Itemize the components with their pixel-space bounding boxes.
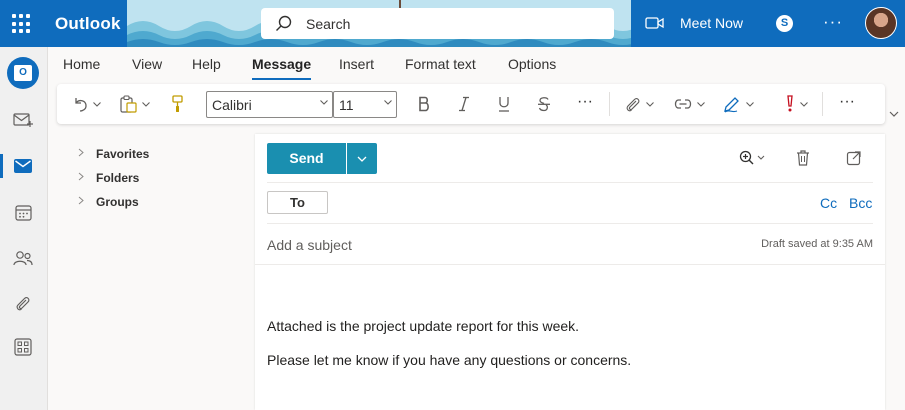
font-name-value: Calibri xyxy=(212,97,252,113)
trash-icon[interactable] xyxy=(796,150,810,166)
outlook-logo-icon: O xyxy=(7,57,39,89)
tab-message[interactable]: Message xyxy=(252,56,312,80)
strikethrough-icon xyxy=(538,97,550,112)
apps-icon xyxy=(14,338,32,356)
search-box[interactable]: Search xyxy=(261,8,614,39)
avatar[interactable] xyxy=(865,7,897,39)
chevron-down-icon xyxy=(357,156,367,162)
zoom-icon[interactable] xyxy=(739,150,765,166)
search-icon xyxy=(276,15,292,31)
tab-insert[interactable]: Insert xyxy=(339,56,374,72)
paperclip-icon xyxy=(16,297,30,311)
chevron-right-icon xyxy=(78,196,84,205)
font-size-value: 11 xyxy=(339,97,354,113)
link-icon xyxy=(674,99,692,109)
toolbar-separator xyxy=(609,92,610,116)
exclamation-icon xyxy=(787,95,793,112)
send-options-button[interactable] xyxy=(347,143,377,174)
chevron-down-icon xyxy=(384,100,392,105)
pop-out-icon[interactable] xyxy=(846,150,862,166)
bold-button[interactable] xyxy=(417,94,431,114)
pen-signature-icon xyxy=(724,97,739,113)
tab-view[interactable]: View xyxy=(132,56,162,72)
divider xyxy=(255,264,885,265)
tab-options[interactable]: Options xyxy=(508,56,556,72)
underline-icon xyxy=(499,97,509,112)
search-placeholder: Search xyxy=(306,16,351,32)
tab-format-text[interactable]: Format text xyxy=(405,56,476,72)
draft-status: Draft saved at 9:35 AM xyxy=(761,238,873,250)
toolbar-separator xyxy=(822,92,823,116)
format-painter-button[interactable] xyxy=(171,94,185,114)
app-title: Outlook xyxy=(55,14,121,33)
chevron-down-icon xyxy=(646,101,654,107)
to-button[interactable]: To xyxy=(267,191,328,214)
clipboard-icon xyxy=(120,95,137,113)
chevron-down-icon xyxy=(800,101,808,107)
top-header: Outlook Search Meet Now S ··· xyxy=(0,0,905,47)
more-options-icon[interactable]: ··· xyxy=(823,12,843,32)
mail-icon xyxy=(14,159,32,173)
compose-pane: Send To Cc Bcc Add a subject Draft saved… xyxy=(255,134,885,410)
collapse-ribbon-icon[interactable] xyxy=(889,111,899,117)
people-icon xyxy=(13,251,33,266)
rail-files[interactable] xyxy=(0,286,46,322)
undo-icon xyxy=(75,98,87,112)
ribbon-tabs: Home View Help Message Insert Format tex… xyxy=(48,47,905,83)
more-commands-button[interactable]: ··· xyxy=(839,92,855,112)
attach-button[interactable] xyxy=(625,94,654,114)
rail-new-mail[interactable] xyxy=(0,102,46,138)
divider xyxy=(267,182,873,183)
link-button[interactable] xyxy=(674,94,705,114)
font-name-select[interactable]: Calibri xyxy=(206,91,333,118)
italic-icon xyxy=(459,96,469,112)
paste-button[interactable] xyxy=(120,94,150,114)
underline-button[interactable] xyxy=(497,94,511,114)
ribbon-toolbar: Calibri 11 ··· ··· xyxy=(57,84,885,124)
chevron-right-icon xyxy=(78,148,84,157)
bcc-button[interactable]: Bcc xyxy=(849,195,872,211)
more-formatting-button[interactable]: ··· xyxy=(577,92,593,112)
tab-help[interactable]: Help xyxy=(192,56,221,72)
signature-button[interactable] xyxy=(723,94,754,114)
subject-input[interactable]: Add a subject xyxy=(267,237,352,253)
app-launcher-icon[interactable] xyxy=(12,14,32,34)
format-painter-icon xyxy=(172,95,183,112)
message-body-line[interactable]: Attached is the project update report fo… xyxy=(267,318,579,334)
video-camera-icon[interactable] xyxy=(645,15,665,31)
rail-mail[interactable] xyxy=(0,148,46,184)
folder-label: Groups xyxy=(96,195,139,209)
message-body-line[interactable]: Please let me know if you have any quest… xyxy=(267,352,631,368)
strikethrough-button[interactable] xyxy=(537,94,551,114)
meet-now-button[interactable]: Meet Now xyxy=(680,15,743,31)
chevron-down-icon xyxy=(320,100,328,105)
calendar-icon xyxy=(14,204,32,221)
cc-button[interactable]: Cc xyxy=(820,195,837,211)
chevron-down-icon xyxy=(746,101,754,107)
compose-mail-icon xyxy=(13,113,33,127)
left-app-rail: O xyxy=(0,47,48,410)
rail-calendar[interactable] xyxy=(0,194,46,230)
chevron-down-icon xyxy=(697,101,705,107)
chevron-down-icon xyxy=(93,101,101,107)
font-size-select[interactable]: 11 xyxy=(333,91,397,118)
rail-apps[interactable] xyxy=(0,329,46,365)
send-button[interactable]: Send xyxy=(267,143,346,174)
undo-button[interactable] xyxy=(72,94,101,114)
folder-label: Favorites xyxy=(96,147,150,161)
tab-home[interactable]: Home xyxy=(63,56,100,72)
divider xyxy=(267,223,873,224)
rail-people[interactable] xyxy=(0,240,46,276)
skype-icon[interactable]: S xyxy=(776,15,793,32)
italic-button[interactable] xyxy=(457,94,471,114)
chevron-right-icon xyxy=(78,172,84,181)
bold-icon xyxy=(419,96,429,112)
folder-label: Folders xyxy=(96,171,140,185)
chevron-down-icon xyxy=(142,101,150,107)
paperclip-icon xyxy=(626,97,640,111)
importance-button[interactable] xyxy=(785,94,808,114)
